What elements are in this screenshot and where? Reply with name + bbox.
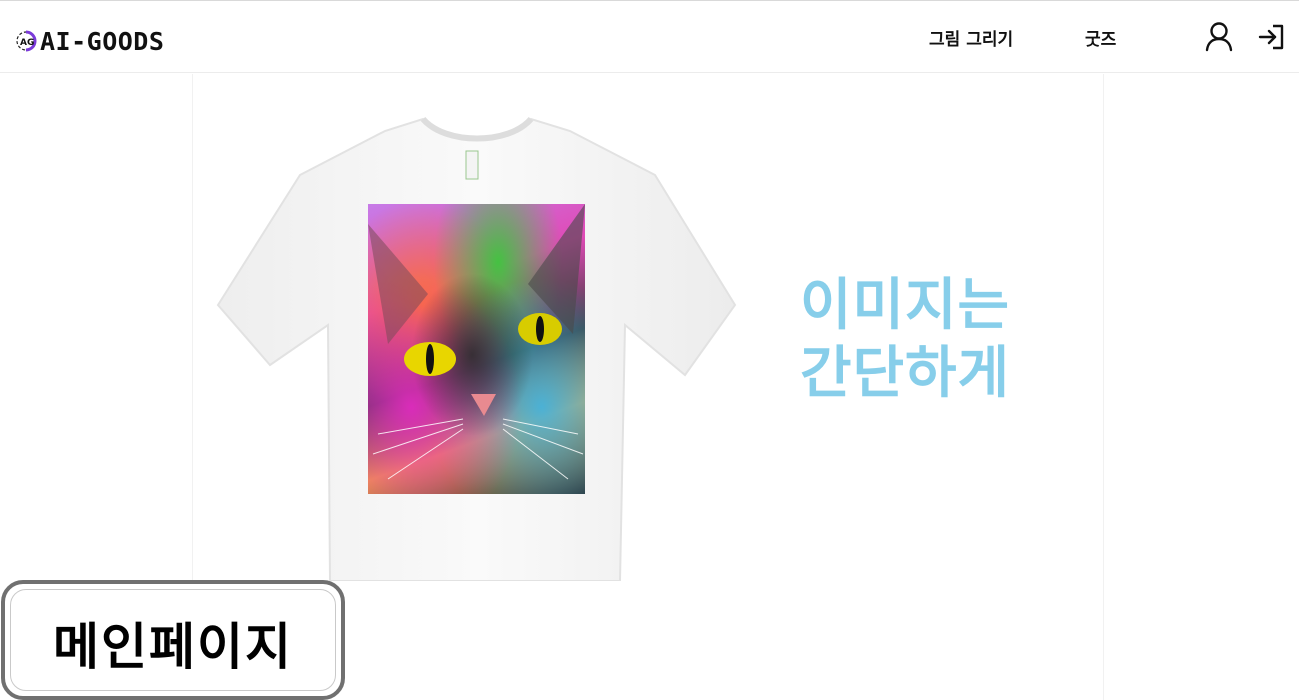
brand-logo[interactable]: AG AI-GOODS [13,26,164,56]
page-label-text: 메인페이지 [53,618,293,676]
login-icon[interactable] [1257,21,1287,53]
nav-link-draw[interactable]: 그림 그리기 [929,25,1013,50]
hero-headline-line2: 간단하게 [800,341,1011,406]
nav-link-goods[interactable]: 굿즈 [1085,25,1116,50]
ag-logo-icon: AG [16,30,37,52]
user-icon[interactable] [1204,21,1234,53]
svg-text:AG: AG [20,38,34,48]
hero-headline-line1: 이미지는 [800,273,1011,338]
cat-print-artwork [368,204,585,494]
page-label-badge: 메인페이지 [1,580,345,700]
brand-name: AI-GOODS [40,26,165,56]
product-image [215,115,739,581]
hero-headline: 이미지는 간단하게 [800,272,1060,408]
navbar: AG AI-GOODS 그림 그리기 굿즈 [0,1,1299,73]
